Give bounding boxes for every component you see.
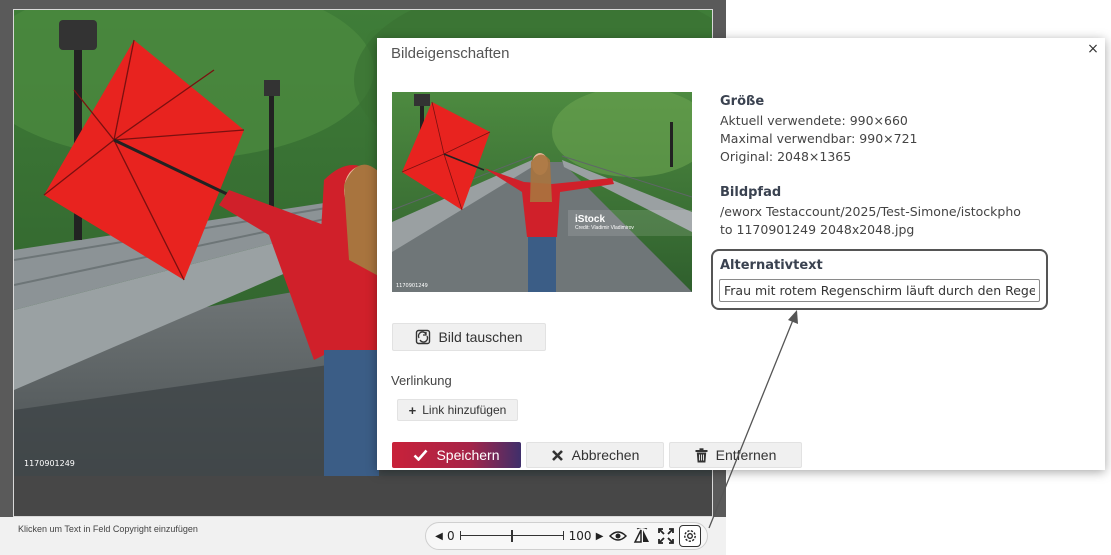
path-line-1: /eworx Testaccount/2025/Test-Simone/isto… [720, 204, 1021, 219]
dialog-title: Bildeigenschaften [391, 45, 510, 62]
alt-text-input[interactable] [719, 279, 1040, 302]
checkmark-icon [413, 449, 428, 461]
plus-icon: + [408, 402, 417, 418]
flip-icon[interactable] [631, 525, 653, 547]
zoom-slider-thumb[interactable] [510, 530, 513, 542]
path-line-2: to 1170901249 2048x2048.jpg [720, 222, 915, 237]
alt-text-heading: Alternativtext [720, 258, 823, 273]
gear-icon[interactable] [678, 525, 701, 547]
path-heading: Bildpfad [720, 185, 782, 200]
zoom-slider[interactable] [459, 528, 564, 544]
save-label: Speichern [436, 447, 500, 463]
trash-icon [695, 447, 708, 463]
image-id-label: 1170901249 [24, 459, 75, 468]
image-preview: iStock Credit: Vladimir Vladimirov 11709… [392, 92, 692, 292]
size-current: Aktuell verwendete: 990×660 [720, 113, 908, 128]
zoom-min-label: 0 [447, 529, 455, 543]
istock-brand: iStock [575, 214, 606, 225]
swap-image-button[interactable]: Bild tauschen [392, 323, 546, 351]
cancel-button[interactable]: Abbrechen [526, 442, 664, 468]
zoom-max-label: 100 [568, 529, 592, 543]
link-section-label: Verlinkung [391, 373, 452, 388]
chevron-left-icon[interactable]: ◀ [434, 531, 444, 542]
add-link-button[interactable]: + Link hinzufügen [397, 399, 518, 421]
save-button[interactable]: Speichern [392, 442, 521, 468]
remove-button[interactable]: Entfernen [669, 442, 802, 468]
remove-label: Entfernen [715, 447, 777, 463]
frame-footer [14, 476, 712, 516]
copyright-hint[interactable]: Klicken um Text in Feld Copyright einzuf… [18, 524, 198, 534]
swap-image-icon [416, 329, 431, 345]
image-properties-dialog: Bildeigenschaften × iStock Credit: Vladi… [377, 38, 1105, 470]
eye-icon[interactable] [607, 525, 629, 547]
image-toolbar: ◀ 0 100 ▶ [425, 522, 708, 550]
close-x-icon [551, 449, 564, 462]
close-icon[interactable]: × [1085, 41, 1101, 57]
size-max: Maximal verwendbar: 990×721 [720, 131, 918, 146]
size-heading: Größe [720, 94, 765, 109]
fullscreen-icon[interactable] [655, 525, 677, 547]
chevron-right-icon[interactable]: ▶ [595, 531, 605, 542]
swap-image-label: Bild tauschen [438, 329, 523, 345]
preview-image-id: 1170901249 [396, 283, 428, 289]
istock-credit: Credit: Vladimir Vladimirov [575, 225, 634, 231]
istock-watermark: iStock Credit: Vladimir Vladimirov [575, 214, 634, 231]
add-link-label: Link hinzufügen [422, 403, 507, 417]
size-original: Original: 2048×1365 [720, 149, 852, 164]
cancel-label: Abbrechen [571, 447, 640, 463]
